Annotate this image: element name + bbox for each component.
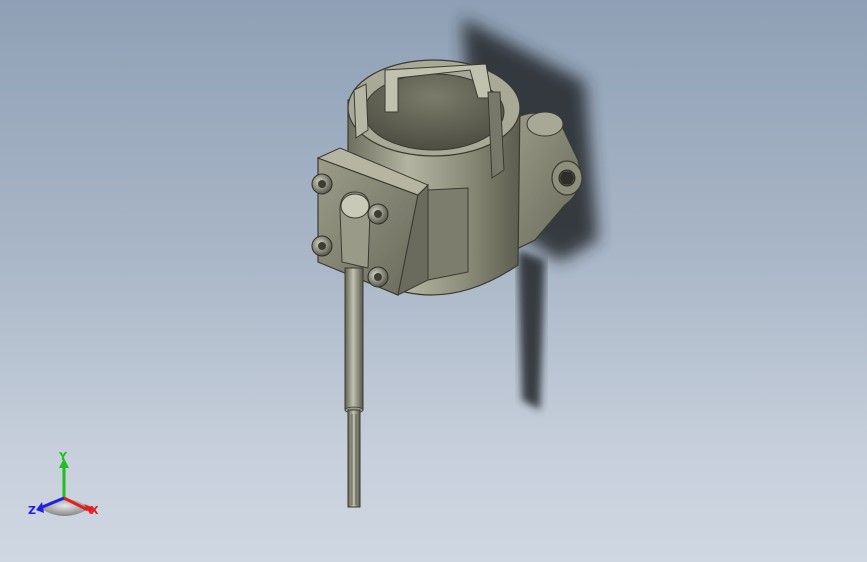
z-axis-arrow (36, 502, 44, 513)
y-axis-label: Y (59, 450, 67, 463)
3d-model-view[interactable] (0, 0, 867, 562)
x-axis-label: X (90, 504, 99, 517)
screw-top-right (367, 203, 389, 225)
graphics-viewport[interactable]: Y X Z (0, 0, 867, 562)
probe-rod (344, 267, 364, 508)
z-axis-label: Z (28, 504, 36, 517)
screw-bottom-left (311, 235, 333, 257)
screw-bottom-right (367, 266, 389, 288)
orientation-triad[interactable]: Y X Z (24, 446, 108, 526)
screw-top-left (311, 173, 333, 195)
